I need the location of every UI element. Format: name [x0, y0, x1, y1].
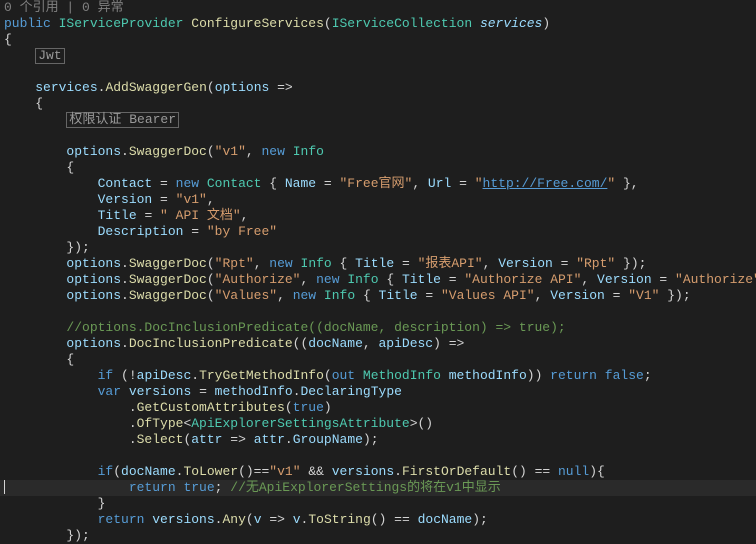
codelens-bearer[interactable]: 权限认证 Bearer — [0, 112, 756, 128]
method-signature: public IServiceProvider ConfigureService… — [0, 16, 756, 32]
swaggerdoc-rpt: options.SwaggerDoc("Rpt", new Info { Tit… — [0, 256, 756, 272]
codelens-jwt[interactable]: Jwt — [0, 48, 756, 64]
commented-predicate: //options.DocInclusionPredicate((docName… — [0, 320, 756, 336]
version-line: Version = "v1", — [0, 192, 756, 208]
getcustomattributes: .GetCustomAttributes(true) — [0, 400, 756, 416]
swaggerdoc-values: options.SwaggerDoc("Values", new Info { … — [0, 288, 756, 304]
swaggerdoc-authorize: options.SwaggerDoc("Authorize", new Info… — [0, 272, 756, 288]
if-trygetmethodinfo: if (!apiDesc.TryGetMethodInfo(out Method… — [0, 368, 756, 384]
if-docname-v1: if(docName.ToLower()=="v1" && versions.F… — [0, 464, 756, 480]
title-line: Title = " API 文档", — [0, 208, 756, 224]
codelens-refs[interactable]: 0 个引用 | 0 异常 — [0, 0, 756, 16]
code-editor[interactable]: 0 个引用 | 0 异常 public IServiceProvider Con… — [0, 0, 756, 544]
addswaggergen-call: services.AddSwaggerGen(options => — [0, 80, 756, 96]
return-any: return versions.Any(v => v.ToString() ==… — [0, 512, 756, 528]
contact-line: Contact = new Contact { Name = "Free官网",… — [0, 176, 756, 192]
predicate-call: options.DocInclusionPredicate((docName, … — [0, 336, 756, 352]
return-true-line: return true; //无ApiExplorerSettings的将在v1… — [0, 480, 756, 496]
swaggerdoc-v1: options.SwaggerDoc("v1", new Info — [0, 144, 756, 160]
brace-open: { — [0, 32, 756, 48]
cursor-icon — [4, 480, 5, 494]
var-versions: var versions = methodInfo.DeclaringType — [0, 384, 756, 400]
select: .Select(attr => attr.GroupName); — [0, 432, 756, 448]
oftype: .OfType<ApiExplorerSettingsAttribute>() — [0, 416, 756, 432]
description-line: Description = "by Free" — [0, 224, 756, 240]
